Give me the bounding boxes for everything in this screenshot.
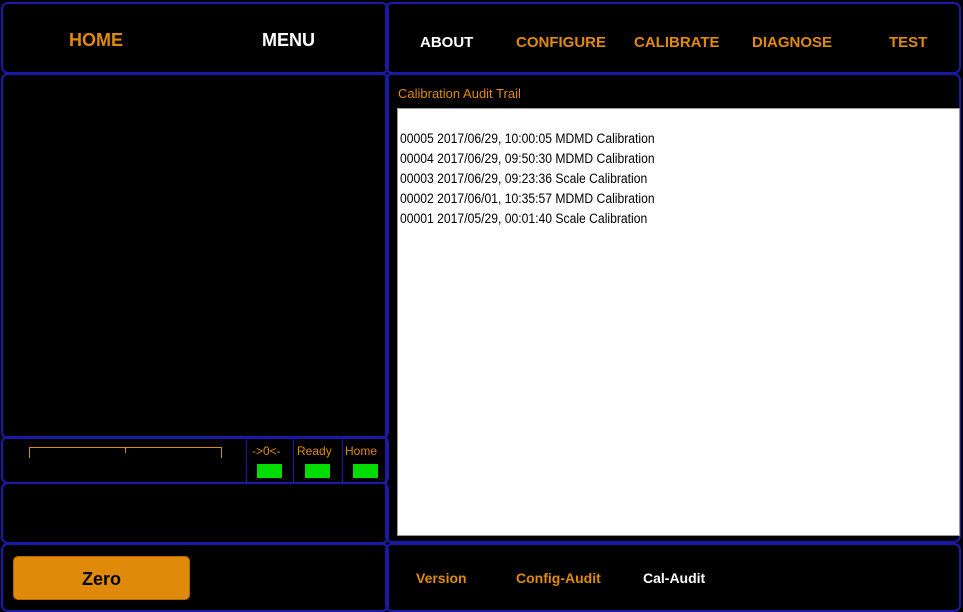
test-tab[interactable]: TEST — [889, 34, 927, 51]
top-left-panel — [1, 2, 389, 74]
audit-entry: 00005 2017/06/29, 10:00:05 MDMD Calibrat… — [400, 131, 655, 146]
bar-graph-center-tick — [125, 447, 126, 453]
version-tab[interactable]: Version — [416, 570, 467, 586]
about-tab[interactable]: ABOUT — [420, 34, 473, 51]
zero-button[interactable]: Zero — [13, 556, 190, 600]
menu-button[interactable]: MENU — [262, 30, 315, 51]
audit-trail-title: Calibration Audit Trail — [398, 86, 521, 101]
calibrate-tab[interactable]: CALIBRATE — [634, 34, 720, 51]
zero-indicator-label: ->0<- — [252, 444, 281, 458]
audit-entry: 00004 2017/06/29, 09:50:30 MDMD Calibrat… — [400, 151, 655, 166]
ready-indicator-led — [305, 464, 330, 478]
ready-indicator-label: Ready — [297, 444, 332, 458]
audit-entry: 00002 2017/06/01, 10:35:57 MDMD Calibrat… — [400, 191, 655, 206]
audit-entry: 00003 2017/06/29, 09:23:36 Scale Calibra… — [400, 171, 648, 186]
app-frame: HOME MENU ABOUT CONFIGURE CALIBRATE DIAG… — [0, 0, 963, 612]
status-panel — [1, 482, 389, 544]
zero-indicator-led — [257, 464, 282, 478]
indicator-divider — [293, 438, 294, 482]
display-panel — [1, 73, 389, 439]
cal-audit-tab[interactable]: Cal-Audit — [643, 570, 705, 586]
home-indicator-label: Home — [345, 444, 378, 458]
configure-tab[interactable]: CONFIGURE — [516, 34, 606, 51]
config-audit-tab[interactable]: Config-Audit — [516, 570, 601, 586]
audit-trail-list[interactable]: 00005 2017/06/29, 10:00:05 MDMD Calibrat… — [397, 108, 960, 536]
indicator-divider — [246, 438, 247, 482]
audit-entry: 00001 2017/05/29, 00:01:40 Scale Calibra… — [400, 211, 648, 226]
indicator-divider — [342, 438, 343, 482]
diagnose-tab[interactable]: DIAGNOSE — [752, 34, 832, 51]
home-indicator-led — [353, 464, 378, 478]
home-button[interactable]: HOME — [69, 30, 123, 51]
